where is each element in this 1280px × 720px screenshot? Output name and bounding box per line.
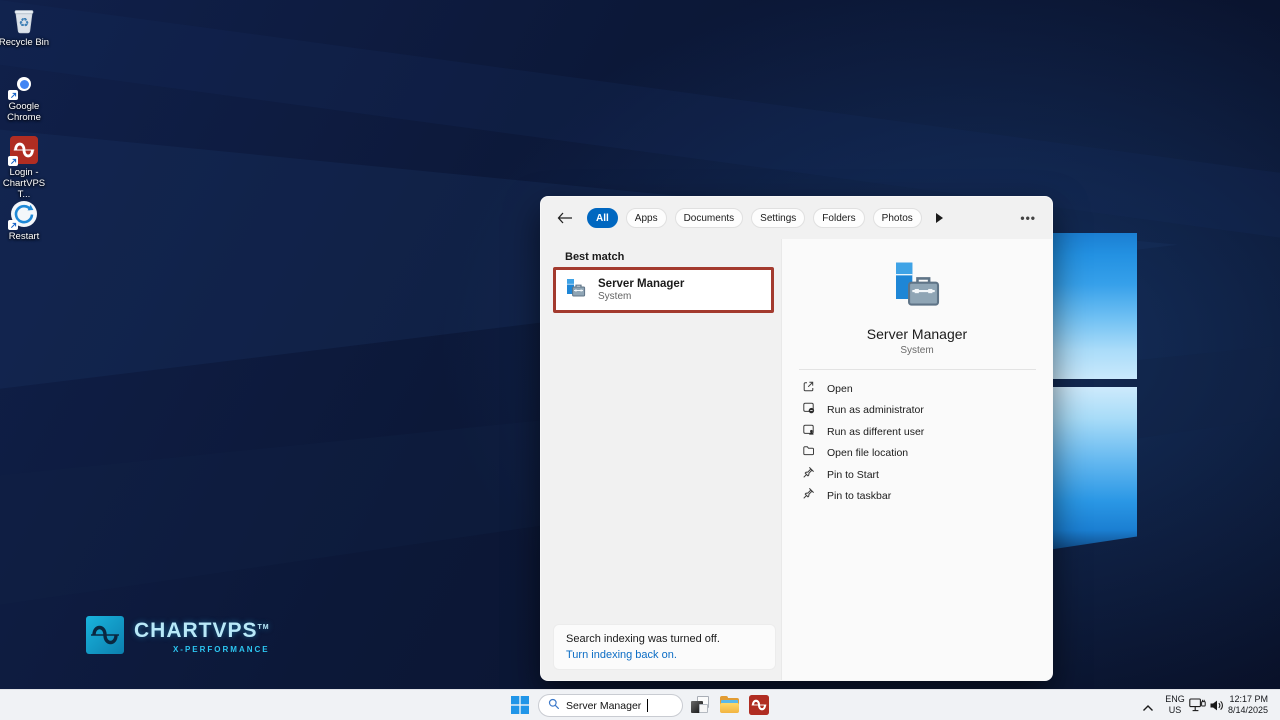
taskbar: Server Manager ENG US 12:17 PM 8/14/2025 [0,689,1280,720]
tray-chevron-up-icon[interactable] [1141,700,1155,718]
watermark-tagline: X-PERFORMANCE [172,645,270,654]
detail-divider [798,369,1036,370]
open-external-icon [802,380,815,398]
pin-icon [802,487,815,505]
action-pin-to-start[interactable]: Pin to Start [782,464,1052,486]
server-manager-icon [889,257,945,318]
desktop-icon-login-chartvps[interactable]: Login - ChartVPS T... [0,136,52,200]
best-match-heading: Best match [565,251,625,263]
tray-language-switcher[interactable]: ENG US [1162,694,1188,716]
tray-date: 8/14/2025 [1227,705,1268,715]
tab-settings[interactable]: Settings [751,208,806,228]
task-view-button[interactable] [690,695,710,715]
tray-network-icon[interactable] [1189,698,1206,718]
shortcut-arrow-icon [8,90,18,100]
folder-outline-icon [802,444,815,462]
action-run-as-different-user[interactable]: Run as different user [782,421,1052,443]
shortcut-arrow-icon [8,156,18,166]
tab-documents[interactable]: Documents [674,208,744,228]
desktop-icon-label: Recycle Bin [0,37,50,48]
server-manager-icon [564,276,588,305]
chartvps-logo-icon [86,616,124,654]
file-explorer-button[interactable] [719,695,740,716]
chartvps-taskbar-button[interactable] [749,695,769,715]
search-results-column: Best match Server Manager System Search … [541,239,781,680]
indexing-notice-card: Search indexing was turned off. Turn ind… [553,624,776,670]
search-flyout-panel: All Apps Documents Settings Folders Phot… [540,196,1053,681]
result-subtitle: System [598,291,632,302]
back-icon[interactable] [557,209,575,227]
desktop-icon-recycle-bin[interactable]: ♻ Recycle Bin [0,6,52,48]
tab-folders[interactable]: Folders [813,208,865,228]
pin-icon [802,466,815,484]
options-ellipsis-icon[interactable]: ••• [1020,211,1036,225]
desktop-screen: ♻ Recycle Bin Google Chrome Login - Char… [0,0,1280,720]
tab-all[interactable]: All [587,208,618,228]
indexing-notice-link[interactable]: Turn indexing back on. [566,648,763,662]
text-caret [647,699,649,712]
indexing-notice-text: Search indexing was turned off. [566,633,720,645]
search-tab-bar: All Apps Documents Settings Folders Phot… [541,197,1052,239]
chartvps-app-icon [749,695,769,715]
shortcut-arrow-icon [8,220,18,230]
result-title: Server Manager [598,278,685,290]
chartvps-watermark: CHARTVPSTM X-PERFORMANCE [86,616,270,654]
tray-time: 12:17 PM [1229,694,1268,704]
start-button[interactable] [509,694,531,716]
watermark-brand: CHARTVPSTM [134,619,270,642]
result-detail-pane: Server Manager System Open Run as admini… [781,239,1052,680]
tray-clock[interactable]: 12:17 PM 8/14/2025 [1220,694,1268,716]
desktop-icon-label: Google Chrome [7,101,41,123]
taskbar-search-value: Server Manager [566,699,642,712]
svg-text:♻: ♻ [19,16,30,30]
action-list: Open Run as administrator Run as differe… [782,378,1052,507]
taskbar-search-box[interactable]: Server Manager [538,694,683,717]
best-match-result-server-manager[interactable]: Server Manager System [553,267,774,313]
desktop-icon-restart[interactable]: Restart [0,200,52,242]
chartvps-app-icon [8,136,38,166]
desktop-icon-label: Login - ChartVPS T... [2,167,46,200]
tab-photos[interactable]: Photos [872,208,922,228]
desktop-icon-google-chrome[interactable]: Google Chrome [0,70,52,123]
search-icon [548,697,560,715]
detail-subtitle: System [900,345,934,356]
action-run-as-administrator[interactable]: Run as administrator [782,400,1052,422]
recycle-bin-icon: ♻ [10,6,38,34]
action-open-file-location[interactable]: Open file location [782,443,1052,465]
tab-apps[interactable]: Apps [625,208,667,228]
restart-icon [8,200,38,230]
action-open[interactable]: Open [782,378,1052,400]
desktop-icon-label: Restart [8,231,40,242]
action-pin-to-taskbar[interactable]: Pin to taskbar [782,486,1052,508]
more-tabs-icon[interactable] [935,213,943,223]
detail-title: Server Manager [866,326,968,342]
chrome-icon [8,70,38,100]
run-admin-icon [802,401,815,419]
run-user-icon [802,423,815,441]
